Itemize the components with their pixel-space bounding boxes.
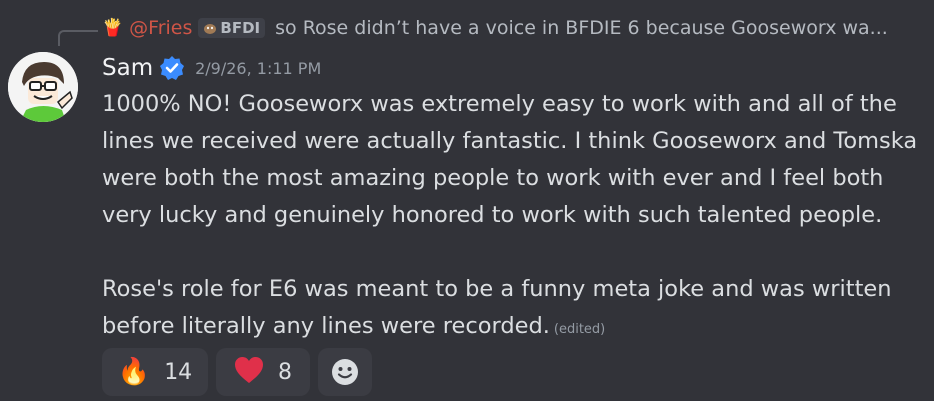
username[interactable]: Sam — [102, 55, 153, 81]
message-content: 1000% NO! Gooseworx was extremely easy t… — [102, 86, 922, 348]
reaction-count: 14 — [164, 359, 193, 385]
guild-tag[interactable]: BFDI — [198, 18, 266, 38]
timestamp[interactable]: 2/9/26, 1:11 PM — [195, 59, 321, 78]
bfdi-tag-icon — [204, 24, 217, 34]
fire-icon: 🔥 — [117, 357, 151, 387]
edited-label: (edited) — [553, 322, 606, 337]
guild-tag-label: BFDI — [220, 19, 261, 37]
message-paragraph: Rose's role for E6 was meant to be a fun… — [102, 271, 922, 348]
reply-connector-line — [58, 30, 98, 46]
reply-author[interactable]: @Fries — [129, 17, 192, 39]
message-header: Sam 2/9/26, 1:11 PM — [102, 52, 321, 84]
message-paragraph: 1000% NO! Gooseworx was extremely easy t… — [102, 91, 918, 228]
reply-snippet[interactable]: so Rose didn’t have a voice in BFDIE 6 b… — [275, 17, 888, 39]
reaction-fire[interactable]: 🔥 14 — [102, 348, 208, 396]
add-reaction-smiley-icon — [332, 359, 358, 385]
message-paragraph-text: Rose's role for E6 was meant to be a fun… — [102, 276, 892, 339]
reaction-count: 8 — [278, 359, 292, 385]
heart-icon — [234, 356, 264, 389]
fries-icon: 🍟 — [102, 18, 124, 38]
add-reaction-button[interactable] — [318, 348, 372, 396]
avatar[interactable] — [8, 52, 78, 122]
avatar-image — [8, 52, 78, 122]
verified-badge-icon — [159, 55, 185, 81]
reply-preview[interactable]: 🍟 @Fries BFDI so Rose didn’t have a voic… — [102, 14, 888, 42]
reaction-heart[interactable]: 8 — [216, 348, 310, 396]
reactions-bar: 🔥 14 8 — [102, 348, 372, 396]
